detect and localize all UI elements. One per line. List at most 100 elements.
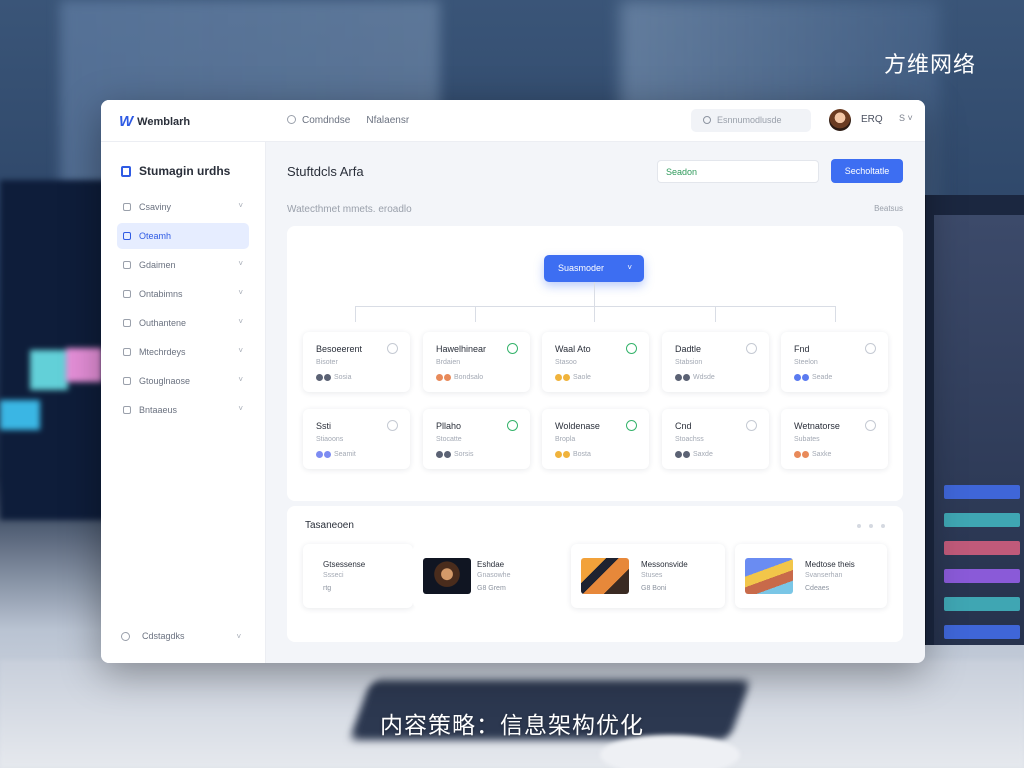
sitemap-card[interactable]: Cnd Stoachss Saxde xyxy=(662,409,769,469)
item-icon xyxy=(123,319,131,327)
card-meta: Bondsalo xyxy=(454,374,484,381)
section-action[interactable]: Beatsus xyxy=(874,204,903,213)
status-icon[interactable] xyxy=(626,420,637,431)
sidebar-item-7[interactable]: Gtouglnaose ˅ xyxy=(117,368,249,394)
resource-title: Gtsessense xyxy=(323,560,366,569)
tag-dots xyxy=(555,374,570,381)
card-subtitle: Stabsion xyxy=(675,359,703,366)
user-name[interactable]: ERQ xyxy=(861,114,883,125)
sidebar-item-2[interactable]: Oteamh xyxy=(117,223,249,249)
resource-meta: Cdeaes xyxy=(805,585,830,592)
search-placeholder: Esnnumodlusde xyxy=(717,115,782,125)
item-icon xyxy=(123,261,131,269)
sitemap-card[interactable]: Pllaho Stocatte Sorsis xyxy=(423,409,530,469)
card-meta: Saxke xyxy=(812,451,832,458)
chevron-down-icon: ˅ xyxy=(238,404,243,413)
resource-title: Eshdae xyxy=(477,560,505,569)
status-icon[interactable] xyxy=(746,343,757,354)
sitemap-card[interactable]: Hawelhinear Brdaien Bondsalo xyxy=(423,332,530,392)
logo-text: Wemblarh xyxy=(137,115,191,128)
connector xyxy=(835,306,836,322)
sitemap-card[interactable]: Ssti Stiaoons Seamit xyxy=(303,409,410,469)
sidebar-item-8[interactable]: Bntaaeus ˅ xyxy=(117,397,249,423)
card-meta: Saxde xyxy=(693,451,713,458)
resource-card[interactable]: Medtose theis Svanserhan Cdeaes xyxy=(735,544,887,608)
chevron-down-icon: ˅ xyxy=(236,631,242,641)
root-node[interactable]: Suasmoder ˅ xyxy=(544,255,644,282)
sitemap-card[interactable]: Dadtle Stabsion Wdsde xyxy=(662,332,769,392)
chevron-down-icon: ˅ xyxy=(238,201,243,210)
avatar[interactable] xyxy=(829,109,851,131)
card-meta: Sorsis xyxy=(454,451,474,458)
primary-button[interactable]: Secholtatle xyxy=(831,159,903,183)
sitemap-panel: Suasmoder ˅ Besoeerent Bisoter Sosia Hawelh… xyxy=(287,226,903,501)
resource-meta: G8 Grem xyxy=(477,585,506,592)
card-meta: Bosta xyxy=(573,451,591,458)
sitemap-card[interactable]: Wetnatorse Subates Saxke xyxy=(781,409,888,469)
item-icon xyxy=(123,203,131,211)
sitemap-card[interactable]: Waal Ato Stasoo Saole xyxy=(542,332,649,392)
sidebar-footer[interactable]: Cdstagdks ˅ xyxy=(121,631,241,641)
tag-dots xyxy=(436,374,451,381)
card-title: Cnd xyxy=(675,421,692,431)
status-icon[interactable] xyxy=(507,420,518,431)
resource-subtitle: Ssseci xyxy=(323,572,344,579)
resource-card[interactable]: Eshdae Gnasowhe G8 Grem xyxy=(413,544,559,608)
resource-meta: G8 Boni xyxy=(641,585,667,592)
card-subtitle: Subates xyxy=(794,436,820,443)
item-icon xyxy=(123,232,131,240)
logo-mark: W xyxy=(119,113,134,130)
resource-card[interactable]: Gtsessense Ssseci rtg xyxy=(303,544,413,608)
more-icon[interactable] xyxy=(857,524,885,528)
main-content: Stuftdcls Arfa Seadon Secholtatle Watect… xyxy=(267,142,925,663)
top-nav-item-2[interactable]: Nfalaensr xyxy=(366,115,409,126)
status-icon[interactable] xyxy=(865,343,876,354)
status-icon[interactable] xyxy=(387,343,398,354)
connector xyxy=(594,306,595,322)
sitemap-card[interactable]: Fnd Steelon Seade xyxy=(781,332,888,392)
card-title: Besoeerent xyxy=(316,344,363,354)
status-icon[interactable] xyxy=(746,420,757,431)
resources-panel: Tasaneoen Gtsessense Ssseci rtg Eshdae Gnaso… xyxy=(287,506,903,642)
sidebar-item-5[interactable]: Outhantene ˅ xyxy=(117,310,249,336)
background-left-monitor xyxy=(0,180,110,520)
card-meta: Saole xyxy=(573,374,591,381)
resource-subtitle: Gnasowhe xyxy=(477,572,511,579)
filter-input[interactable]: Seadon xyxy=(657,160,819,183)
sidebar-item-3[interactable]: Gdaimen ˅ xyxy=(117,252,249,278)
tag-dots xyxy=(555,451,570,458)
top-nav-item-1[interactable]: Comdndse xyxy=(287,115,350,126)
resource-card[interactable]: Messonsvide Stuses G8 Boni xyxy=(571,544,725,608)
card-meta: Wdsde xyxy=(693,374,715,381)
item-icon xyxy=(123,348,131,356)
status-icon[interactable] xyxy=(626,343,637,354)
sitemap-card[interactable]: Besoeerent Bisoter Sosia xyxy=(303,332,410,392)
card-title: Woldenase xyxy=(555,421,600,431)
sidebar-item-4[interactable]: Ontabimns ˅ xyxy=(117,281,249,307)
card-subtitle: Bropla xyxy=(555,436,576,443)
brand-label: 方维网络 xyxy=(883,52,976,77)
status-icon[interactable] xyxy=(387,420,398,431)
logo[interactable]: W Wemblarh xyxy=(119,113,190,130)
sitemap-card[interactable]: Woldenase Bropla Bosta xyxy=(542,409,649,469)
resource-title: Medtose theis xyxy=(805,560,855,569)
card-title: Dadtle xyxy=(675,344,702,354)
chevron-down-icon: ˅ xyxy=(627,263,632,272)
resource-title: Messonsvide xyxy=(641,560,688,569)
sidebar-item-6[interactable]: Mtechrdeys ˅ xyxy=(117,339,249,365)
user-menu-caret[interactable]: S ˅ xyxy=(899,113,913,123)
connector xyxy=(355,306,835,307)
card-subtitle: Steelon xyxy=(794,359,818,366)
sidebar-item-1[interactable]: Csaviny ˅ xyxy=(117,194,249,220)
card-subtitle: Stocatte xyxy=(436,436,462,443)
top-bar: W Wemblarh Comdndse Nfalaensr Esnnumodlu… xyxy=(101,100,925,142)
card-title: Pllaho xyxy=(436,421,462,431)
caption: 内容策略：信息架构优化 xyxy=(380,712,644,738)
item-icon xyxy=(123,290,131,298)
tag-dots xyxy=(675,451,690,458)
tag-dots xyxy=(794,451,809,458)
search-input[interactable]: Esnnumodlusde xyxy=(691,109,811,132)
sidebar-title: Stumagin urdhs xyxy=(121,164,230,178)
status-icon[interactable] xyxy=(507,343,518,354)
status-icon[interactable] xyxy=(865,420,876,431)
